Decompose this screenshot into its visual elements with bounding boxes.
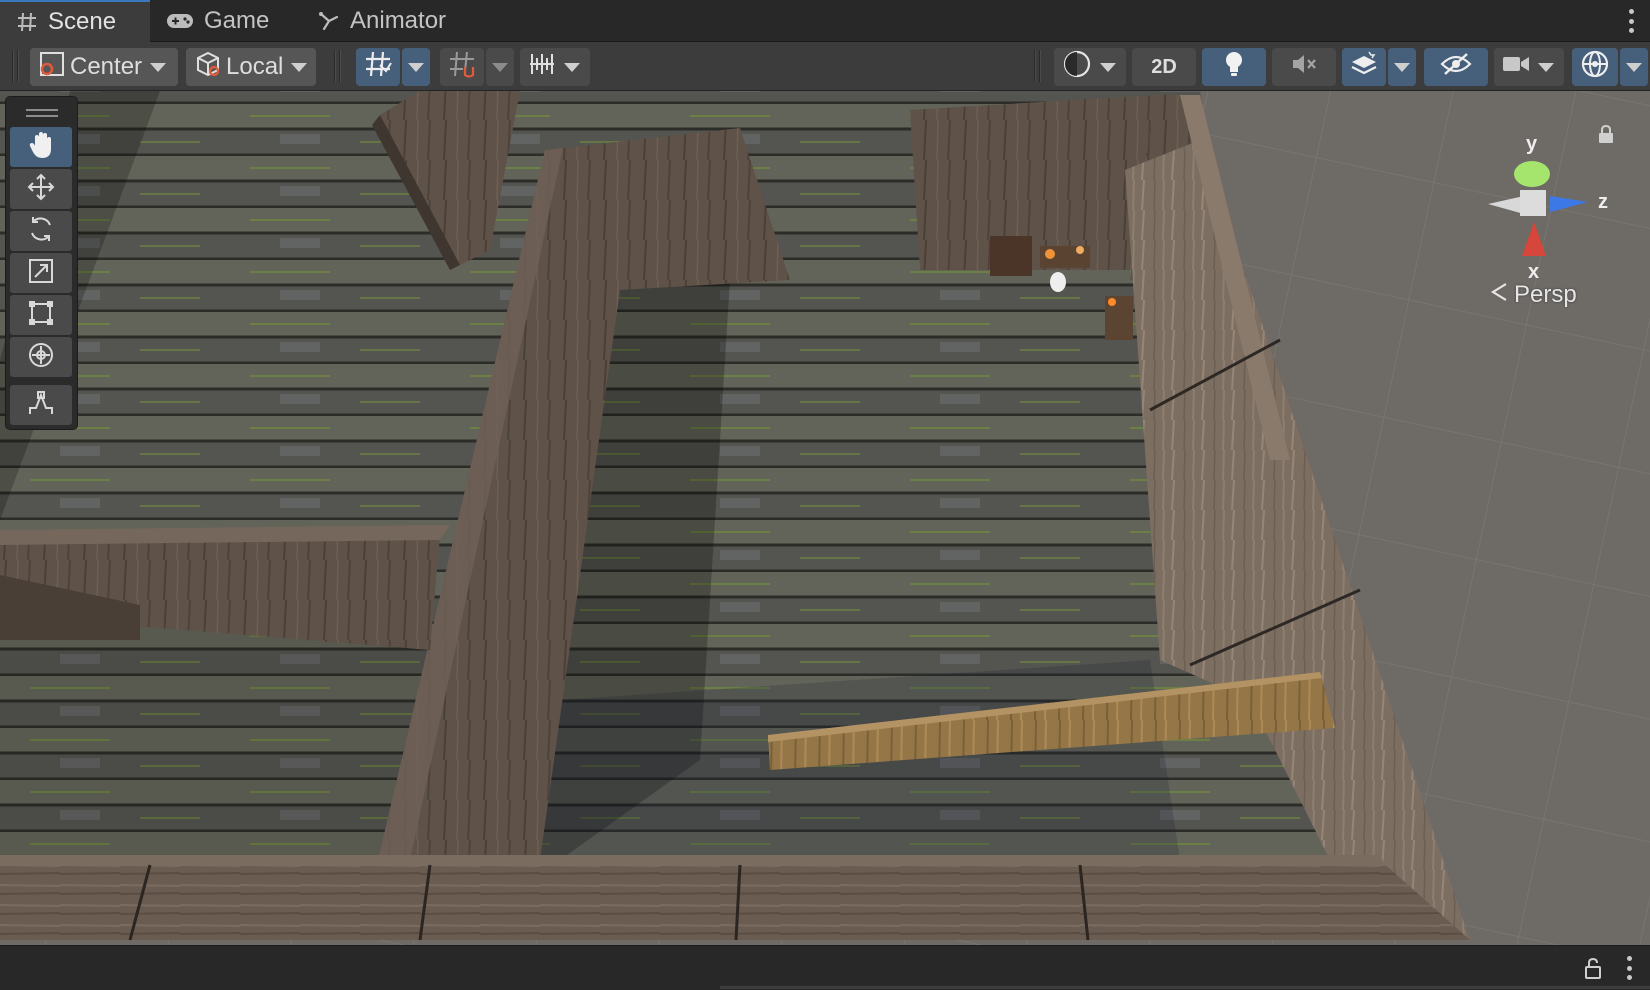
bottom-menu-button[interactable] <box>1624 956 1634 980</box>
gizmo-globe-icon <box>1579 48 1611 87</box>
scale-icon <box>26 256 56 291</box>
toolbar-grip[interactable] <box>1034 50 1042 82</box>
transform-icon <box>26 340 56 375</box>
projection-label: Persp <box>1514 281 1577 308</box>
scale-tool-button[interactable] <box>10 253 72 293</box>
chevron-down-icon <box>1394 62 1410 72</box>
grid-icon <box>363 49 393 86</box>
lightbulb-icon <box>1222 50 1246 85</box>
pivot-mode-dropdown[interactable]: Center <box>30 48 178 86</box>
player-capsule[interactable] <box>1050 272 1066 292</box>
toolbar-grip[interactable] <box>12 50 20 82</box>
tab-game-label: Game <box>204 7 270 34</box>
draw-mode-dropdown[interactable] <box>1054 48 1126 86</box>
gizmo-z-cone[interactable] <box>1550 196 1588 212</box>
scene-camera-dropdown[interactable] <box>1494 48 1564 86</box>
rect-tool-button[interactable] <box>10 295 72 335</box>
view-tool-button[interactable] <box>10 127 72 167</box>
pivot-mode-label: Center <box>70 53 143 80</box>
gizmo-center-cube[interactable] <box>1520 190 1546 216</box>
tab-scene-label: Scene <box>48 8 117 35</box>
scene-render[interactable] <box>0 91 1650 945</box>
grid-options-dropdown[interactable] <box>402 48 430 86</box>
gizmos-button[interactable] <box>1572 48 1618 86</box>
increment-snap-dropdown[interactable] <box>520 48 590 86</box>
scene-effects-button[interactable] <box>1342 48 1386 86</box>
move-tool-button[interactable] <box>10 169 72 209</box>
grid-visibility-button[interactable] <box>356 48 400 86</box>
rotate-icon <box>26 214 56 249</box>
horizontal-scrollbar[interactable] <box>720 986 1650 989</box>
ruler-icon <box>528 50 556 85</box>
shading-sphere-icon <box>1062 49 1092 86</box>
gizmo-y-label: y <box>1526 133 1538 155</box>
scene-toolbar: Center Local 2D <box>0 42 1650 91</box>
hand-icon <box>26 130 56 165</box>
grid-snapping-button[interactable] <box>440 48 484 86</box>
scene-viewport[interactable]: y z x Persp <box>0 91 1650 945</box>
camera-icon <box>1502 53 1530 82</box>
rect-transform-icon <box>26 298 56 333</box>
scene-visibility-toggle[interactable] <box>1424 48 1488 86</box>
rotate-tool-button[interactable] <box>10 211 72 251</box>
layers-effects-icon <box>1349 49 1379 86</box>
gizmo-neg-z-cone[interactable] <box>1488 196 1524 214</box>
tab-scene[interactable]: Scene <box>0 0 150 42</box>
tab-animator[interactable]: Animator <box>318 0 478 42</box>
animator-icon <box>318 10 340 32</box>
lock-icon[interactable] <box>1584 957 1602 984</box>
gizmos-dropdown[interactable] <box>1620 48 1648 86</box>
custom-tool-button[interactable] <box>10 385 72 425</box>
chevron-down-icon <box>150 62 167 72</box>
gizmo-z-label: z <box>1598 191 1608 213</box>
chevron-down-icon <box>408 62 424 72</box>
window-menu-button[interactable] <box>1626 9 1636 33</box>
transform-tool-button[interactable] <box>10 337 72 377</box>
cube-local-icon <box>194 50 222 85</box>
toggle-2d-button[interactable]: 2D <box>1132 48 1196 86</box>
scene-lighting-toggle[interactable] <box>1202 48 1266 86</box>
chevron-down-icon <box>564 62 580 72</box>
projection-toggle[interactable]: Persp <box>1490 281 1577 309</box>
chevron-down-icon <box>492 62 508 72</box>
scene-editor-window: Scene Game Animator Center Local 2D y z … <box>0 0 1650 990</box>
gamepad-icon <box>166 12 194 30</box>
hash-icon <box>16 11 38 33</box>
gizmo-x-label: x <box>1528 261 1539 283</box>
mute-speaker-icon <box>1290 51 1318 84</box>
pivot-center-icon <box>38 50 66 85</box>
snap-grid-icon <box>447 49 477 86</box>
gizmo-y-cone[interactable] <box>1514 161 1550 187</box>
toggle-2d-label: 2D <box>1151 55 1177 78</box>
palette-drag-handle[interactable] <box>10 101 73 125</box>
custom-editor-tool-icon <box>26 388 56 423</box>
tab-animator-label: Animator <box>350 7 447 34</box>
tool-palette <box>5 96 78 430</box>
chevron-left-icon <box>1490 281 1508 309</box>
pivot-rotation-label: Local <box>226 53 284 80</box>
snap-options-dropdown[interactable] <box>486 48 514 86</box>
chevron-down-icon <box>1626 62 1642 72</box>
move-arrows-icon <box>26 172 56 207</box>
tab-game[interactable]: Game <box>166 0 296 42</box>
gizmo-x-cone[interactable] <box>1522 222 1546 256</box>
tab-bar: Scene Game Animator <box>0 0 1650 42</box>
bottom-bar <box>0 945 1650 990</box>
crate-prop[interactable] <box>990 236 1032 276</box>
scene-audio-toggle[interactable] <box>1272 48 1336 86</box>
toolbar-grip[interactable] <box>334 50 342 82</box>
chevron-down-icon <box>291 62 308 72</box>
chevron-down-icon <box>1100 62 1116 72</box>
chevron-down-icon <box>1538 62 1554 72</box>
scene-effects-dropdown[interactable] <box>1388 48 1416 86</box>
pivot-rotation-dropdown[interactable]: Local <box>186 48 316 86</box>
eye-hidden-icon <box>1440 52 1472 83</box>
